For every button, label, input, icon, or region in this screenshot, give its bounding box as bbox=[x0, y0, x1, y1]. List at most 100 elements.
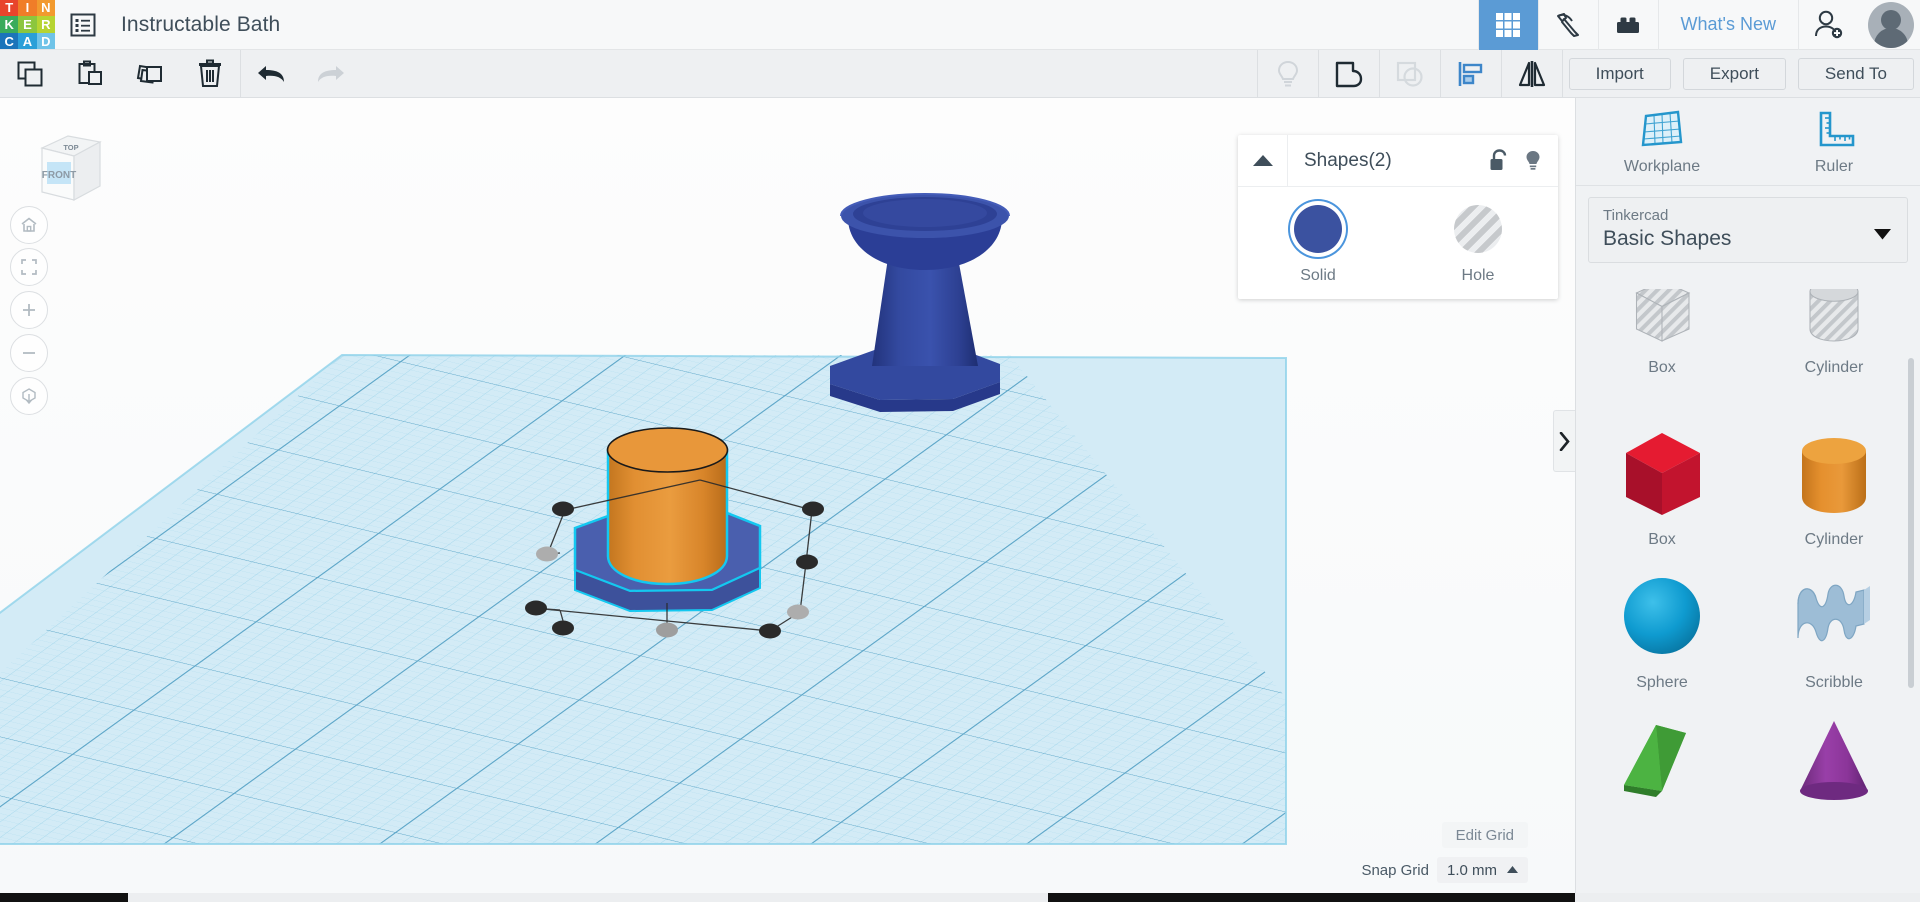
solid-option[interactable]: Solid bbox=[1238, 205, 1398, 285]
hole-option[interactable]: Hole bbox=[1398, 205, 1558, 285]
solid-swatch bbox=[1294, 205, 1342, 253]
minecraft-button[interactable] bbox=[1537, 0, 1598, 50]
lock-toggle-button[interactable] bbox=[1482, 135, 1516, 187]
edit-grid-button[interactable]: Edit Grid bbox=[1441, 822, 1528, 848]
blocks-button[interactable] bbox=[1597, 0, 1658, 50]
triangle-up-icon bbox=[1507, 866, 1518, 873]
shape-label: Scribble bbox=[1805, 674, 1863, 691]
export-button[interactable]: Export bbox=[1682, 57, 1786, 90]
shape-collection-select[interactable]: Tinkercad Basic Shapes bbox=[1588, 197, 1908, 263]
document-title[interactable]: Instructable Bath bbox=[121, 13, 280, 37]
shape-label: Sphere bbox=[1636, 674, 1688, 691]
shape-cylinder-orange[interactable]: Cylinder bbox=[1748, 415, 1920, 558]
ungroup-shapes-icon bbox=[1396, 61, 1423, 87]
perspective-box-icon bbox=[22, 388, 36, 405]
handle-dot[interactable] bbox=[759, 623, 781, 639]
shape-roof-green[interactable] bbox=[1576, 701, 1748, 844]
avatar-head bbox=[1881, 9, 1901, 30]
duplicate-button[interactable] bbox=[120, 50, 180, 98]
handle-dot[interactable] bbox=[796, 554, 818, 570]
whats-new-link[interactable]: What's New bbox=[1657, 0, 1798, 50]
handle-dot[interactable] bbox=[525, 600, 547, 616]
chevron-down-icon bbox=[1874, 229, 1891, 240]
send-to-button[interactable]: Send To bbox=[1797, 57, 1914, 90]
shape-cylinder-hole[interactable]: Cylinder bbox=[1748, 289, 1920, 415]
view-cube[interactable]: TOP FRONT bbox=[28, 126, 102, 206]
workplane-tool[interactable]: Workplane bbox=[1576, 98, 1748, 185]
shape-label: Box bbox=[1648, 359, 1676, 376]
shape-row: Sphere Scribble bbox=[1576, 558, 1920, 701]
user-avatar[interactable] bbox=[1868, 1, 1914, 48]
snap-grid-label: Snap Grid bbox=[1361, 861, 1429, 879]
sidebar-tools-row: Workplane Ruler bbox=[1576, 98, 1920, 186]
handle-dot[interactable] bbox=[802, 501, 824, 517]
shape-label: Box bbox=[1648, 531, 1676, 548]
minus-icon bbox=[23, 352, 35, 354]
unlock-icon bbox=[1490, 148, 1507, 170]
shape-library-grid[interactable]: Box Cylinder Box Cylinder Sphere Scribbl… bbox=[1576, 289, 1920, 902]
ruler-label: Ruler bbox=[1814, 157, 1854, 175]
undo-button[interactable] bbox=[241, 50, 301, 98]
logo-tile-e: E bbox=[18, 16, 37, 33]
align-button[interactable] bbox=[1441, 50, 1501, 98]
shape-row: Box Cylinder bbox=[1576, 415, 1920, 558]
delete-button[interactable] bbox=[180, 50, 240, 98]
grid-3d-button[interactable] bbox=[1477, 0, 1538, 50]
toolbar-divider bbox=[1561, 49, 1563, 98]
redo-button[interactable] bbox=[301, 50, 361, 98]
collection-name: Basic Shapes bbox=[1603, 227, 1732, 250]
sidebar-scrollbar[interactable] bbox=[1908, 358, 1914, 688]
handle-dot[interactable] bbox=[552, 620, 574, 636]
fit-view-button[interactable] bbox=[10, 248, 48, 286]
shape-box-hole[interactable]: Box bbox=[1576, 289, 1748, 415]
shape-box-red[interactable]: Box bbox=[1576, 415, 1748, 558]
ungroup-button[interactable] bbox=[1380, 50, 1440, 98]
projection-toggle-button[interactable] bbox=[10, 377, 48, 415]
list-menu-icon[interactable] bbox=[55, 0, 111, 50]
logo-tile-d: D bbox=[36, 32, 55, 50]
birdbath-pedestal-object[interactable] bbox=[830, 192, 1010, 412]
light-toggle-button[interactable] bbox=[1516, 135, 1550, 187]
logo-tile-a: A bbox=[18, 32, 37, 50]
zoom-in-button[interactable] bbox=[10, 291, 48, 329]
home-view-button[interactable] bbox=[10, 206, 48, 244]
toolbar-right-group: Import Export Send To bbox=[1256, 49, 1920, 98]
tinkercad-logo[interactable]: TINKERCAD bbox=[0, 0, 55, 50]
zoom-out-button[interactable] bbox=[10, 334, 48, 372]
snap-grid-value: 1.0 mm bbox=[1446, 861, 1497, 879]
plus-icon bbox=[23, 304, 35, 316]
shape-row bbox=[1576, 701, 1920, 844]
copy-button[interactable] bbox=[0, 50, 60, 98]
handle-dot[interactable] bbox=[536, 546, 558, 562]
snap-grid-select[interactable]: 1.0 mm bbox=[1436, 857, 1528, 883]
shapes-library-sidebar: Workplane Ruler Tinkercad Basic Shapes B… bbox=[1575, 98, 1920, 902]
shape-cone-purple[interactable] bbox=[1748, 701, 1920, 844]
viewcube-front-label: FRONT bbox=[42, 170, 76, 181]
handle-dot[interactable] bbox=[552, 501, 574, 517]
horizontal-scrollbar[interactable] bbox=[128, 893, 1048, 902]
shape-sphere-blue[interactable]: Sphere bbox=[1576, 558, 1748, 701]
handle-dot[interactable] bbox=[656, 622, 678, 638]
expand-panel-button[interactable] bbox=[1553, 410, 1575, 472]
pickaxe-icon bbox=[1557, 12, 1580, 37]
lightbulb-icon bbox=[1277, 60, 1298, 86]
triangle-up-icon bbox=[1252, 154, 1273, 166]
handle-dot[interactable] bbox=[787, 604, 809, 620]
group-button[interactable] bbox=[1319, 50, 1379, 98]
mirror-button[interactable] bbox=[1502, 50, 1562, 98]
logo-tile-n: N bbox=[36, 0, 55, 17]
grid-3x3-icon bbox=[1496, 12, 1521, 37]
top-bar: TINKERCAD Instructable Bath What's New bbox=[0, 0, 1920, 50]
ruler-tool[interactable]: Ruler bbox=[1748, 98, 1920, 185]
import-button[interactable]: Import bbox=[1568, 57, 1671, 90]
shapes-panel-collapse-button[interactable] bbox=[1238, 134, 1288, 187]
light-button[interactable] bbox=[1258, 50, 1318, 98]
shape-scribble[interactable]: Scribble bbox=[1748, 558, 1920, 701]
collection-provider: Tinkercad bbox=[1603, 207, 1669, 224]
logo-tile-k: K bbox=[0, 16, 19, 33]
logo-tile-t: T bbox=[0, 0, 19, 17]
logo-tile-r: R bbox=[36, 16, 55, 33]
shape-label: Cylinder bbox=[1804, 359, 1864, 376]
paste-button[interactable] bbox=[60, 50, 120, 98]
add-user-button[interactable] bbox=[1798, 0, 1858, 50]
